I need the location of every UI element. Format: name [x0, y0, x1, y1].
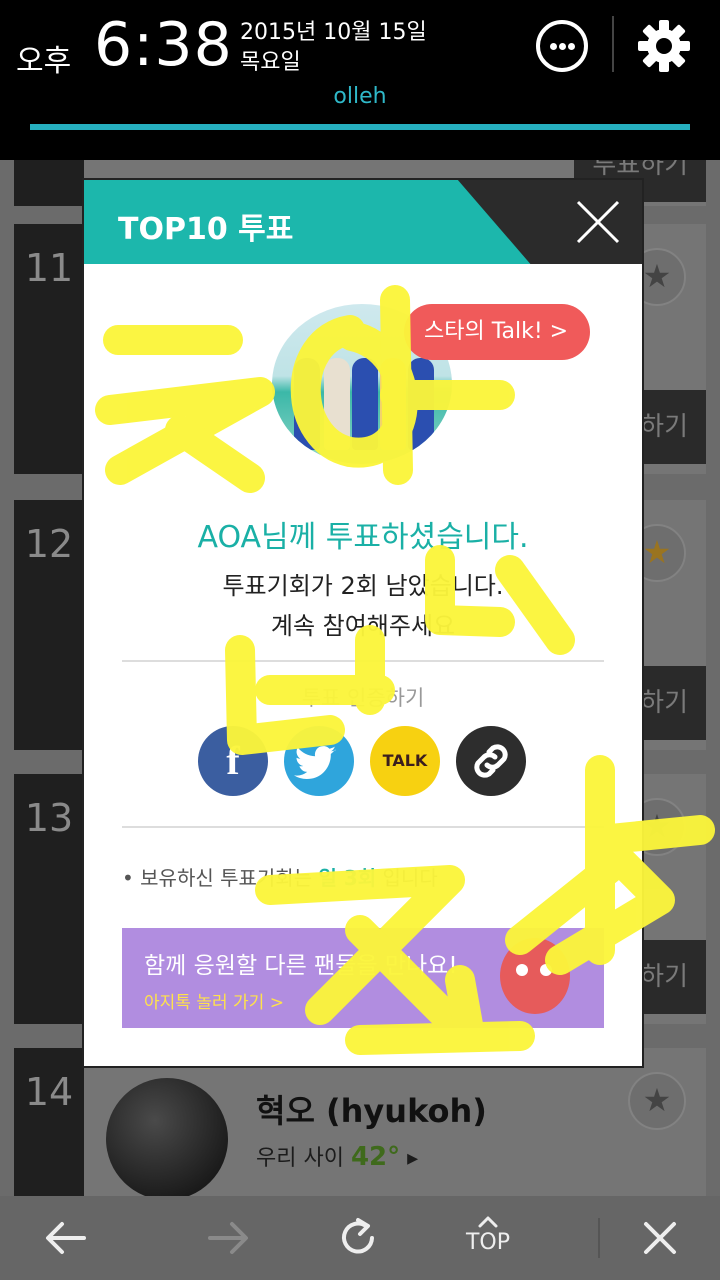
note-value: 일 3회 — [318, 866, 377, 890]
rank-number: 11 — [24, 246, 74, 290]
artist-avatar[interactable] — [106, 1078, 228, 1196]
vote-complete-dialog: TOP10 투표 스타의 Talk! > AOA님께 투표하셨습니다. 투표기회… — [82, 178, 644, 1068]
rank-number: 13 — [24, 796, 74, 840]
divider — [122, 660, 604, 662]
date-label: 2015년 10월 15일 — [240, 20, 427, 45]
refresh-icon[interactable] — [332, 1212, 384, 1264]
rank-column — [14, 160, 84, 206]
temperature-label: 우리 사이 — [256, 1146, 344, 1171]
vote-allowance-note: • 보유하신 투표기회는 일 3회 입니다 — [122, 862, 438, 891]
weekday-label: 목요일 — [240, 50, 301, 75]
more-options-icon[interactable] — [536, 20, 588, 72]
rank-number: 12 — [24, 522, 74, 566]
twitter-share-button[interactable] — [284, 726, 354, 796]
clock-time: 6:38 — [94, 10, 233, 80]
link-icon — [474, 744, 508, 778]
artist-name[interactable]: 혁오 (hyukoh) — [256, 1086, 487, 1132]
twitter-bird-icon — [294, 746, 336, 780]
divider — [612, 16, 614, 72]
divider — [122, 826, 604, 828]
dialog-title: TOP10 투표 — [118, 212, 294, 247]
relationship-temperature: 우리 사이 42° ▸ — [256, 1140, 418, 1172]
azitalk-promo-banner[interactable]: 함께 응원할 다른 팬들을 만나요! 아지톡 놀러 가기 > — [122, 928, 604, 1028]
rank-number: 14 — [24, 1070, 74, 1114]
caret-up-icon — [478, 1216, 498, 1228]
ampm-label: 오후 — [16, 44, 72, 79]
note-suffix: 입니다 — [376, 866, 438, 890]
back-arrow-icon[interactable] — [40, 1212, 92, 1264]
share-label: 투표 인증하기 — [301, 686, 425, 710]
list-item: 14 혁오 (hyukoh) 우리 사이 42° ▸ ★ — [14, 1048, 706, 1196]
close-icon[interactable] — [572, 196, 624, 248]
close-icon[interactable] — [634, 1212, 686, 1264]
forward-arrow-icon[interactable] — [202, 1212, 254, 1264]
mascot-character-icon — [500, 938, 570, 1014]
kakaotalk-share-button[interactable]: TALK — [370, 726, 440, 796]
browser-toolbar: TOP — [0, 1196, 720, 1280]
star-talk-button[interactable]: 스타의 Talk! > — [404, 304, 590, 360]
promo-link[interactable]: 아지톡 놀러 가기 > — [144, 988, 284, 1013]
signal-bar — [30, 124, 690, 130]
copy-link-button[interactable] — [456, 726, 526, 796]
remaining-votes-message: 투표기회가 2회 남았습니다. — [222, 572, 504, 600]
play-arrow-icon: ▸ — [407, 1146, 419, 1171]
dialog-header: TOP10 투표 — [84, 180, 642, 264]
voted-message: AOA님께 투표하셨습니다. — [197, 520, 529, 555]
note-prefix: • 보유하신 투표기회는 — [122, 866, 319, 890]
notification-header: 오후 6:38 2015년 10월 15일 목요일 olleh — [0, 0, 720, 160]
continue-message: 계속 참여해주세요 — [270, 612, 456, 640]
promo-title: 함께 응원할 다른 팬들을 만나요! — [144, 953, 458, 979]
facebook-share-button[interactable]: f — [198, 726, 268, 796]
star-icon[interactable]: ★ — [628, 1072, 686, 1130]
scroll-top-label: TOP — [465, 1230, 511, 1255]
divider — [598, 1218, 600, 1258]
temperature-value: 42° — [350, 1142, 401, 1172]
carrier-label: olleh — [333, 84, 387, 109]
scroll-top-button[interactable]: TOP — [458, 1212, 518, 1264]
gear-icon[interactable] — [636, 18, 692, 74]
